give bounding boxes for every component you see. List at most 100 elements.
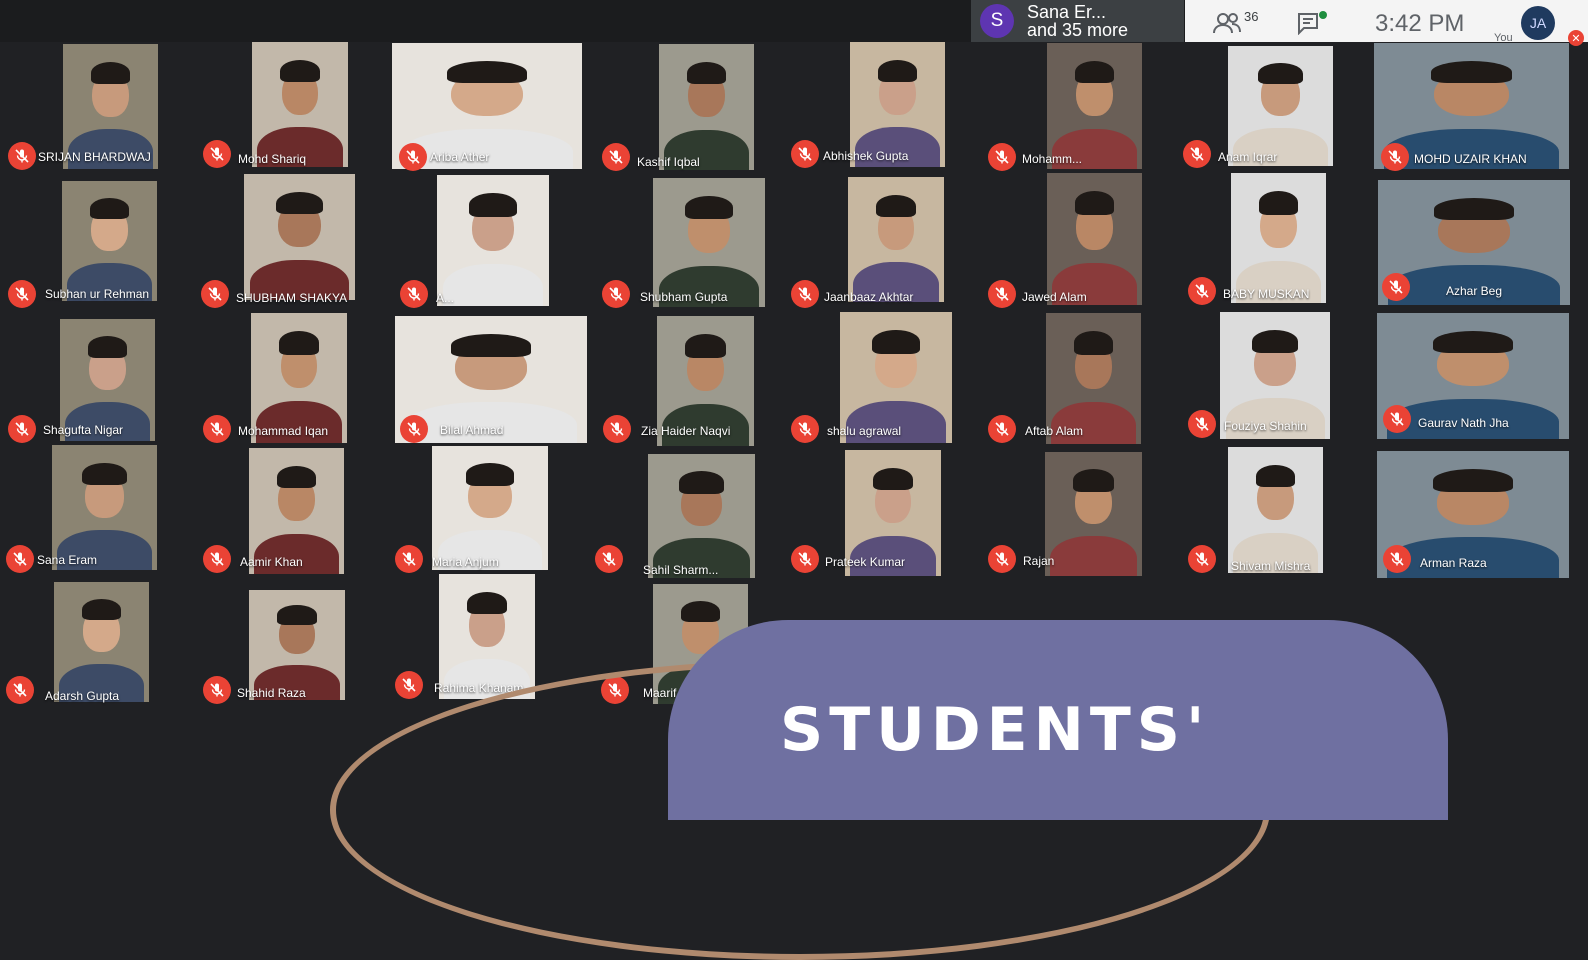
- mic-off-icon: [1183, 140, 1211, 168]
- participant-name: Mohamm...: [1022, 152, 1083, 166]
- participant-name: Mohd Shariq: [238, 152, 307, 166]
- presenter-avatar: S: [980, 4, 1014, 38]
- mic-off-icon: [203, 676, 231, 704]
- mic-off-icon: [203, 140, 231, 168]
- mic-off-icon: [602, 280, 630, 308]
- participant-name: Fouziya Shahin: [1224, 419, 1307, 433]
- participant-name: A...: [436, 291, 455, 305]
- presenter-name: Sana Er...: [1027, 2, 1107, 22]
- participant-video: [1231, 173, 1326, 303]
- mic-off-icon: [203, 545, 231, 573]
- participant-name: MOHD UZAIR KHAN: [1414, 152, 1527, 166]
- participant-video: [52, 445, 157, 570]
- mic-off-icon: [400, 280, 428, 308]
- participant-name: Shagufta Nigar: [43, 423, 124, 437]
- mic-off-icon: [791, 545, 819, 573]
- participant-name: Azhar Beg: [1446, 284, 1503, 298]
- participant-video: [1228, 447, 1323, 573]
- participant-name: BABY MUSKAN: [1223, 287, 1310, 301]
- overlay-title: STUDENTS': [780, 695, 1211, 765]
- participant-name: Abhishek Gupta: [823, 149, 909, 163]
- participant-video: [659, 44, 754, 170]
- presenter-more-count: and 35 more: [1027, 20, 1129, 40]
- participant-name: Aftab Alam: [1025, 424, 1084, 438]
- participant-video: [62, 181, 157, 301]
- mic-off-icon: [988, 280, 1016, 308]
- people-icon[interactable]: [1212, 12, 1242, 34]
- presenter-chip[interactable]: S Sana Er... and 35 more: [971, 0, 1184, 42]
- mic-off-icon: [1188, 277, 1216, 305]
- participant-name: Jawed Alam: [1022, 290, 1087, 304]
- participant-video: [252, 42, 348, 167]
- presenter-names: Sana Er... and 35 more: [1027, 3, 1128, 39]
- participant-name: Shubham Gupta: [640, 290, 728, 304]
- mic-off-icon: [988, 143, 1016, 171]
- mic-off-icon: [791, 140, 819, 168]
- participant-name: Aamir Khan: [240, 555, 303, 569]
- participant-name: Prateek Kumar: [825, 555, 906, 569]
- participant-video: [1047, 173, 1142, 305]
- participant-name: Ariba Ather: [430, 150, 490, 164]
- participant-video: [54, 582, 149, 702]
- clock: 3:42 PM: [1375, 10, 1465, 37]
- participant-name: shalu agrawal: [827, 424, 902, 438]
- mic-off-icon: [395, 671, 423, 699]
- mic-off-icon: [203, 415, 231, 443]
- mic-off-icon: [399, 143, 427, 171]
- participant-name: Anam Iqrar: [1218, 150, 1278, 164]
- participant-name: Bilal Ahmad: [440, 423, 504, 437]
- participant-video: [653, 178, 765, 307]
- participant-name: Adarsh Gupta: [45, 689, 120, 703]
- participant-video: [848, 177, 944, 302]
- mic-off-icon: [6, 676, 34, 704]
- participant-video: [1045, 452, 1142, 576]
- mic-off-icon: [1383, 405, 1411, 433]
- participant-count: 36: [1244, 9, 1259, 24]
- participant-name: Maria Anjum: [432, 555, 499, 569]
- participant-video: [432, 446, 548, 570]
- mic-off-icon: [8, 415, 36, 443]
- mic-off-icon: [201, 280, 229, 308]
- participant-video: [1047, 43, 1142, 169]
- mic-off-icon: [6, 545, 34, 573]
- participant-video: [648, 454, 755, 578]
- mic-off-icon: [1382, 273, 1410, 301]
- mic-off-icon: [988, 545, 1016, 573]
- participant-name: Shivam Mishra: [1231, 559, 1311, 573]
- mic-off-icon: [1188, 545, 1216, 573]
- participant-name: SRIJAN BHARDWAJ: [38, 150, 151, 164]
- mic-off-icon: [400, 415, 428, 443]
- mic-off-icon: [395, 545, 423, 573]
- participant-video: [437, 175, 549, 306]
- mic-off-icon: [595, 545, 623, 573]
- meeting-info-bar: 36 3:42 PM You JA ✕: [1185, 0, 1588, 46]
- mic-off-icon: [603, 415, 631, 443]
- participant-name: Shahid Raza: [237, 686, 306, 700]
- participant-name: Kashif Iqbal: [637, 155, 700, 169]
- participant-name: Zia Haider Naqvi: [641, 424, 731, 438]
- close-icon[interactable]: ✕: [1568, 30, 1584, 46]
- participant-name: Arman Raza: [1420, 556, 1487, 570]
- participant-name: Sahil Sharm...: [643, 563, 719, 577]
- mic-off-icon: [8, 280, 36, 308]
- participant-name: Gaurav Nath Jha: [1418, 416, 1509, 430]
- participant-video: [244, 174, 355, 300]
- mic-off-icon: [791, 415, 819, 443]
- mic-off-icon: [8, 142, 36, 170]
- mic-off-icon: [988, 415, 1016, 443]
- mic-off-icon: [791, 280, 819, 308]
- participant-video: [249, 590, 345, 700]
- mic-off-icon: [1188, 410, 1216, 438]
- chat-notification-dot: [1319, 11, 1327, 19]
- participant-name: Subhan ur Rehman: [45, 287, 150, 301]
- participant-video: [1228, 46, 1333, 166]
- participant-name: Mohammad Iqan: [238, 424, 329, 438]
- self-avatar[interactable]: JA: [1521, 6, 1555, 40]
- mic-off-icon: [602, 143, 630, 171]
- mic-off-icon: [1383, 545, 1411, 573]
- participant-name: SHUBHAM SHAKYA: [236, 291, 348, 305]
- participant-name: Jaanbaaz Akhtar: [824, 290, 914, 304]
- participant-name: Sana Eram: [37, 553, 98, 567]
- mic-off-icon: [1381, 143, 1409, 171]
- participant-name: Rajan: [1023, 554, 1055, 568]
